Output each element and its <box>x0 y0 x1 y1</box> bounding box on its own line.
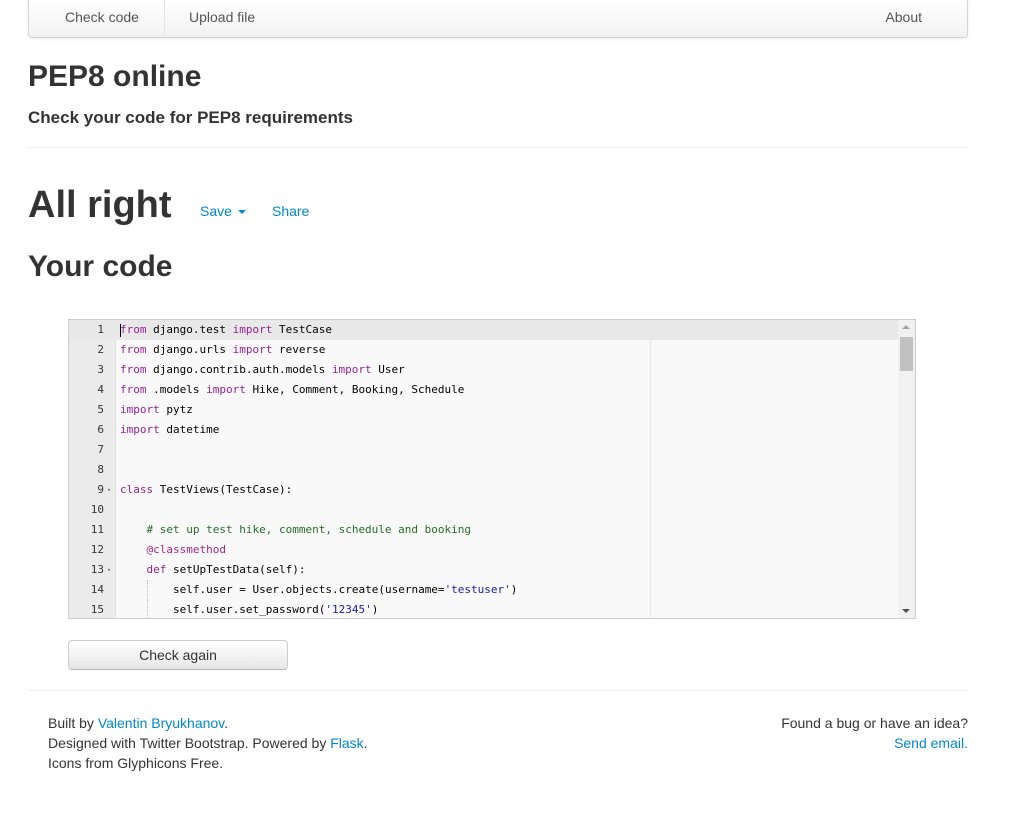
save-dropdown[interactable]: Save <box>200 203 246 219</box>
navbar: Check code Upload file About <box>28 0 968 38</box>
code-text: class TestViews(TestCase): <box>120 483 293 496</box>
built-by-suffix: . <box>224 715 229 731</box>
result-heading: All right <box>28 184 172 226</box>
code-text: def setUpTestData(self): <box>146 563 306 576</box>
header-divider <box>28 147 968 148</box>
author-link[interactable]: Valentin Bryukhanov <box>98 715 224 731</box>
line-number: 8 <box>97 463 104 476</box>
code-line[interactable]: 2 from django.urls import reverse <box>69 340 899 360</box>
code-line[interactable]: 4 from .models import Hike, Comment, Book… <box>69 380 899 400</box>
line-number: 11 <box>90 523 104 536</box>
save-label: Save <box>200 203 232 219</box>
footer-contact: Found a bug or have an idea? Send email. <box>781 713 968 753</box>
indent-guide <box>146 600 148 618</box>
code-text: from django.urls import reverse <box>120 343 326 356</box>
code-text: @classmethod <box>146 543 226 556</box>
code-line[interactable]: 1 from django.test import TestCase <box>69 320 899 340</box>
bug-text: Found a bug or have an idea? <box>781 715 968 731</box>
code-line[interactable]: 14 self.user = User.objects.create(userna… <box>69 580 899 600</box>
page-subtitle: Check your code for PEP8 requirements <box>28 108 353 127</box>
code-text: # set up test hike, comment, schedule an… <box>146 523 472 536</box>
code-line[interactable]: 3 from django.contrib.auth.models import … <box>69 360 899 380</box>
code-text: import datetime <box>120 423 220 436</box>
line-number: 15 <box>90 603 104 616</box>
line-number: 10 <box>90 503 104 516</box>
line-number: 14 <box>90 583 104 596</box>
code-line[interactable]: 5 import pytz <box>69 400 899 420</box>
line-number: 5 <box>97 403 104 416</box>
share-link[interactable]: Share <box>272 203 309 219</box>
code-line[interactable]: 8 <box>69 460 899 480</box>
footer-built-by: Built by Valentin Bryukhanov. <box>48 713 368 733</box>
code-line[interactable]: 9 ▾ class TestViews(TestCase): <box>69 480 899 500</box>
code-line[interactable]: 10 <box>69 500 899 520</box>
designed-text: Designed with Twitter Bootstrap. Powered… <box>48 735 331 751</box>
line-number: 6 <box>97 423 104 436</box>
code-text: from django.contrib.auth.models import U… <box>120 363 405 376</box>
code-heading: Your code <box>28 250 173 283</box>
code-text: self.user = User.objects.create(username… <box>173 583 518 596</box>
built-by-text: Built by <box>48 715 98 731</box>
code-line[interactable]: 11 # set up test hike, comment, schedule … <box>69 520 899 540</box>
line-number: 3 <box>97 363 104 376</box>
nav-check-code[interactable]: Check code <box>41 0 163 37</box>
code-line[interactable]: 12 @classmethod <box>69 540 899 560</box>
line-number: 2 <box>97 343 104 356</box>
text-cursor <box>120 324 121 337</box>
code-line[interactable]: 13 ▾ def setUpTestData(self): <box>69 560 899 580</box>
designed-suffix: . <box>363 735 368 751</box>
line-number: 13 <box>90 563 104 576</box>
scroll-up-icon[interactable] <box>902 325 910 329</box>
check-again-button[interactable]: Check again <box>68 640 288 670</box>
page-title: PEP8 online <box>28 60 202 93</box>
line-number: 1 <box>97 323 104 336</box>
flask-link[interactable]: Flask <box>330 735 363 751</box>
scroll-down-icon[interactable] <box>902 609 910 613</box>
caret-down-icon <box>237 210 246 215</box>
scroll-thumb[interactable] <box>900 337 913 371</box>
line-number: 7 <box>97 443 104 456</box>
editor-scrollbar[interactable] <box>898 320 915 618</box>
code-line[interactable]: 6 import datetime <box>69 420 899 440</box>
code-text: from .models import Hike, Comment, Booki… <box>120 383 465 396</box>
fold-arrow-icon[interactable]: ▾ <box>107 480 111 500</box>
code-text: import pytz <box>120 403 193 416</box>
nav-upload-file[interactable]: Upload file <box>164 0 279 37</box>
code-text: self.user.set_password('12345') <box>173 603 379 616</box>
nav-about[interactable]: About <box>861 0 946 37</box>
fold-arrow-icon[interactable]: ▾ <box>107 560 111 580</box>
code-line[interactable]: 15 self.user.set_password('12345') <box>69 600 899 618</box>
indent-guide <box>146 580 148 600</box>
footer-divider <box>28 690 968 691</box>
line-number: 4 <box>97 383 104 396</box>
footer-icons: Icons from Glyphicons Free. <box>48 755 224 771</box>
line-number: 9 <box>97 483 104 496</box>
footer-designed: Designed with Twitter Bootstrap. Powered… <box>48 733 368 753</box>
send-email-link[interactable]: Send email. <box>894 735 968 751</box>
code-line[interactable]: 7 <box>69 440 899 460</box>
line-number: 12 <box>90 543 104 556</box>
footer-credits: Built by Valentin Bryukhanov. Designed w… <box>48 713 368 773</box>
code-editor[interactable]: 1 from django.test import TestCase 2 from d… <box>68 319 916 619</box>
code-text: from django.test import TestCase <box>120 323 332 336</box>
